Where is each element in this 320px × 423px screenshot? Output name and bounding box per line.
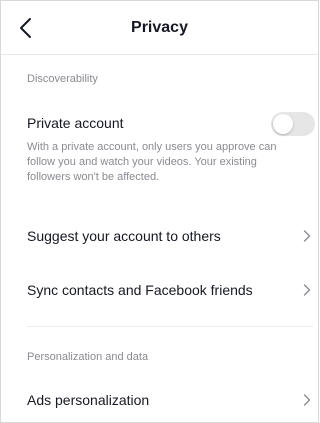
section-label-discoverability: Discoverability xyxy=(27,73,98,85)
private-account-description: With a private account, only users you a… xyxy=(27,141,277,184)
ads-personalization-label: Ads personalization xyxy=(27,392,150,408)
privacy-screen: Privacy Discoverability Private account … xyxy=(0,0,319,423)
private-account-toggle[interactable] xyxy=(271,112,315,136)
section-label-personalization: Personalization and data xyxy=(27,351,149,363)
sync-contacts-label: Sync contacts and Facebook friends xyxy=(27,282,253,298)
header-bar: Privacy xyxy=(1,1,318,55)
toggle-knob xyxy=(273,114,293,134)
chevron-right-icon xyxy=(303,230,311,242)
page-title: Privacy xyxy=(131,19,188,36)
suggest-account-label: Suggest your account to others xyxy=(27,228,221,244)
chevron-right-icon xyxy=(303,394,311,406)
private-account-label: Private account xyxy=(27,115,124,131)
section-divider xyxy=(27,326,313,327)
chevron-right-icon xyxy=(303,284,311,296)
